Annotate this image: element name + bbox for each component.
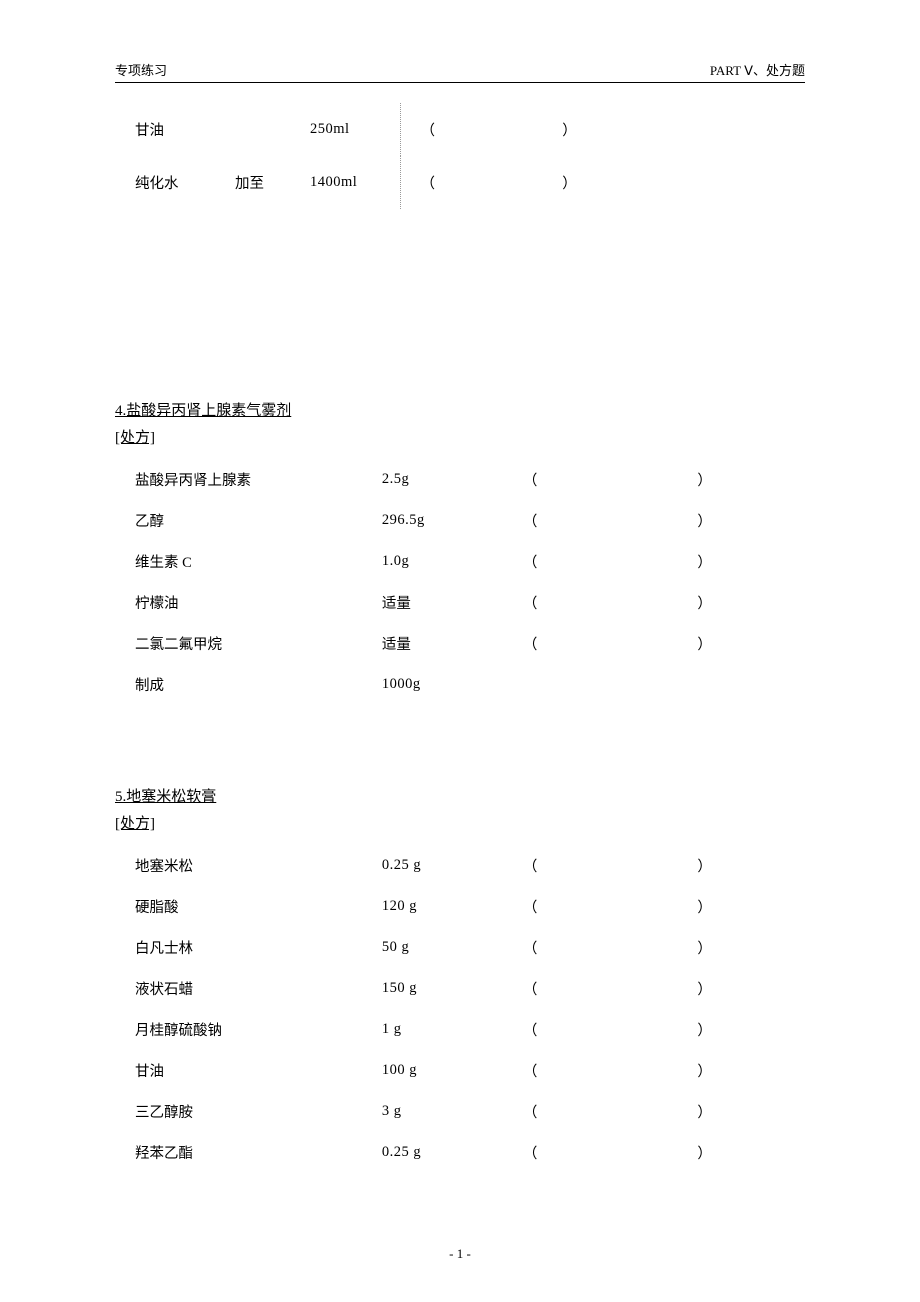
ingredient-qty: 1 g <box>382 1009 523 1050</box>
ingredient-name: 三乙醇胺 <box>135 1091 382 1132</box>
ingredient-mid: 加至 <box>235 156 310 209</box>
answer-blank: （） <box>523 1050 805 1091</box>
answer-blank: （） <box>523 541 805 582</box>
ingredient-mid <box>235 103 310 156</box>
answer-blank: （ ） <box>400 103 805 156</box>
answer-blank: （） <box>523 1132 805 1173</box>
ingredient-qty: 适量 <box>382 582 523 623</box>
table-row: 纯化水 加至 1400ml （ ） <box>135 156 805 209</box>
answer-blank: （） <box>523 1009 805 1050</box>
table-row: 三乙醇胺 3 g （） <box>135 1091 805 1132</box>
ingredient-name: 甘油 <box>135 1050 382 1091</box>
answer-blank: （） <box>523 500 805 541</box>
table-row: 硬脂酸 120 g （） <box>135 886 805 927</box>
ingredient-name: 甘油 <box>135 103 235 156</box>
table-row: 二氯二氟甲烷 适量 （） <box>135 623 805 664</box>
ingredient-qty: 1.0g <box>382 541 523 582</box>
paren-close: ） <box>562 176 577 192</box>
ingredient-name: 羟苯乙酯 <box>135 1132 382 1173</box>
header-left: 专项练习 <box>115 60 167 79</box>
ingredient-name: 白凡士林 <box>135 927 382 968</box>
table-row: 盐酸异丙肾上腺素 2.5g （） <box>135 459 805 500</box>
ingredient-name: 月桂醇硫酸钠 <box>135 1009 382 1050</box>
table-row: 维生素 C 1.0g （） <box>135 541 805 582</box>
ingredient-name: 维生素 C <box>135 541 382 582</box>
ingredient-qty: 0.25 g <box>382 1132 523 1173</box>
paren-open: （ <box>421 176 436 192</box>
ingredient-name: 制成 <box>135 664 382 705</box>
section-subtitle-4: [处方] <box>115 426 805 447</box>
answer-blank: （） <box>523 886 805 927</box>
ingredient-name: 地塞米松 <box>135 845 382 886</box>
ingredient-name: 液状石蜡 <box>135 968 382 1009</box>
answer-blank: （） <box>523 459 805 500</box>
top-prescription-fragment: 甘油 250ml （ ） 纯化水 加至 1400ml （ ） <box>135 103 805 209</box>
ingredient-qty: 120 g <box>382 886 523 927</box>
ingredient-qty: 150 g <box>382 968 523 1009</box>
table-row: 制成 1000g <box>135 664 805 705</box>
header-right: PART Ⅴ、处方题 <box>710 60 805 79</box>
answer-blank <box>523 664 805 705</box>
table-row: 甘油 100 g （） <box>135 1050 805 1091</box>
table-row: 月桂醇硫酸钠 1 g （） <box>135 1009 805 1050</box>
table-row: 羟苯乙酯 0.25 g （） <box>135 1132 805 1173</box>
ingredient-name: 柠檬油 <box>135 582 382 623</box>
page-header: 专项练习 PART Ⅴ、处方题 <box>115 60 805 83</box>
section-subtitle-5: [处方] <box>115 812 805 833</box>
answer-blank: （） <box>523 582 805 623</box>
paren-close: ） <box>562 123 577 139</box>
ingredient-name: 纯化水 <box>135 156 235 209</box>
prescription-table-4: 盐酸异丙肾上腺素 2.5g （） 乙醇 296.5g （） 维生素 C 1.0g… <box>135 459 805 705</box>
ingredient-name: 乙醇 <box>135 500 382 541</box>
ingredient-qty: 296.5g <box>382 500 523 541</box>
ingredient-name: 二氯二氟甲烷 <box>135 623 382 664</box>
prescription-table-5: 地塞米松 0.25 g （） 硬脂酸 120 g （） 白凡士林 50 g （）… <box>135 845 805 1173</box>
ingredient-qty: 50 g <box>382 927 523 968</box>
paren-open: （ <box>421 123 436 139</box>
answer-blank: （） <box>523 623 805 664</box>
ingredient-qty: 100 g <box>382 1050 523 1091</box>
table-row: 乙醇 296.5g （） <box>135 500 805 541</box>
ingredient-name: 硬脂酸 <box>135 886 382 927</box>
table-row: 柠檬油 适量 （） <box>135 582 805 623</box>
table-row: 液状石蜡 150 g （） <box>135 968 805 1009</box>
section-title-5: 5.地塞米松软膏 <box>115 785 805 806</box>
answer-blank: （） <box>523 968 805 1009</box>
answer-blank: （） <box>523 1091 805 1132</box>
table-row: 白凡士林 50 g （） <box>135 927 805 968</box>
answer-blank: （ ） <box>400 156 805 209</box>
ingredient-qty: 250ml <box>310 103 400 156</box>
ingredient-qty: 0.25 g <box>382 845 523 886</box>
answer-blank: （） <box>523 927 805 968</box>
ingredient-name: 盐酸异丙肾上腺素 <box>135 459 382 500</box>
ingredient-qty: 3 g <box>382 1091 523 1132</box>
ingredient-qty: 适量 <box>382 623 523 664</box>
section-title-4: 4.盐酸异丙肾上腺素气雾剂 <box>115 399 805 420</box>
page-number: - 1 - <box>0 1246 920 1262</box>
ingredient-qty: 1400ml <box>310 156 400 209</box>
ingredient-qty: 1000g <box>382 664 523 705</box>
ingredient-qty: 2.5g <box>382 459 523 500</box>
answer-blank: （） <box>523 845 805 886</box>
table-row: 甘油 250ml （ ） <box>135 103 805 156</box>
table-row: 地塞米松 0.25 g （） <box>135 845 805 886</box>
